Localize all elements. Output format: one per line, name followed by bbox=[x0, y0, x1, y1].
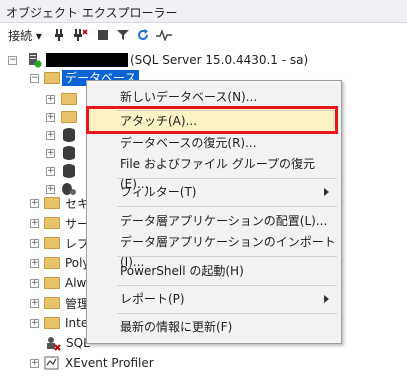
expand-icon[interactable]: + bbox=[30, 358, 39, 368]
menu-separator bbox=[117, 256, 337, 257]
context-menu: 新しいデータベース(N)... アタッチ(A)... データベースの復元(R).… bbox=[86, 80, 342, 344]
database-icon bbox=[63, 146, 75, 160]
refresh-icon[interactable] bbox=[134, 26, 152, 44]
folder-icon bbox=[44, 257, 60, 269]
stop-icon[interactable] bbox=[94, 26, 112, 44]
tree-node-child[interactable]: + bbox=[46, 89, 77, 109]
folder-icon bbox=[44, 217, 60, 229]
menu-item-restore-files[interactable]: File およびファイル グループの復元(E)... bbox=[120, 154, 341, 191]
server-version-label: (SQL Server 15.0.4430.1 - sa) bbox=[130, 53, 309, 67]
disconnect-icon[interactable] bbox=[70, 26, 90, 44]
window-title: オブジェクト エクスプローラー bbox=[6, 6, 178, 20]
tree-item-label: XEvent Profiler bbox=[65, 356, 154, 370]
folder-icon bbox=[44, 237, 60, 249]
sql-agent-icon bbox=[47, 337, 61, 351]
expand-icon[interactable]: + bbox=[30, 318, 39, 328]
tree-node-child[interactable]: + bbox=[46, 161, 75, 181]
filter-icon[interactable] bbox=[114, 26, 132, 44]
tree-node-server[interactable]: − (SQL Server 15.0.4430.1 - sa) bbox=[8, 50, 308, 70]
menu-separator bbox=[117, 178, 337, 179]
folder-icon bbox=[44, 277, 60, 289]
xevent-profiler-icon bbox=[44, 356, 59, 370]
menu-item-filter[interactable]: フィルター(T) bbox=[120, 182, 196, 202]
menu-item-import-dac[interactable]: データ層アプリケーションのインポート(I)... bbox=[120, 232, 341, 269]
menu-item-powershell[interactable]: PowerShell の起動(H) bbox=[120, 261, 244, 281]
menu-item-refresh[interactable]: 最新の情報に更新(F) bbox=[120, 317, 232, 337]
tree-node-sql-agent[interactable]: SQL bbox=[44, 333, 90, 353]
menu-item-restore-database[interactable]: データベースの復元(R)... bbox=[120, 133, 257, 153]
submenu-arrow-icon bbox=[324, 295, 329, 303]
submenu-arrow-icon bbox=[324, 188, 329, 196]
expand-icon[interactable]: + bbox=[30, 238, 39, 248]
redacted-server-name bbox=[46, 53, 128, 67]
folder-icon bbox=[44, 297, 60, 309]
tree-item-label: Alw bbox=[65, 276, 87, 290]
tree-node-xevent-profiler[interactable]: + XEvent Profiler bbox=[30, 353, 154, 373]
expand-icon[interactable]: + bbox=[46, 148, 55, 158]
connect-dropdown[interactable]: 接続 ▾ bbox=[4, 26, 46, 44]
tree-node-replication[interactable]: + レプ bbox=[30, 233, 89, 253]
highlight-annotation-box bbox=[86, 106, 338, 134]
expand-icon[interactable]: + bbox=[30, 198, 39, 208]
connect-icon[interactable] bbox=[50, 26, 68, 44]
expand-icon[interactable]: + bbox=[30, 218, 39, 228]
tree-node-polybase[interactable]: + Poly bbox=[30, 253, 90, 273]
collapse-icon[interactable]: − bbox=[30, 73, 39, 83]
menu-separator bbox=[117, 206, 337, 207]
expand-icon[interactable]: + bbox=[30, 298, 39, 308]
expand-icon[interactable]: + bbox=[46, 130, 55, 140]
menu-item-new-database[interactable]: 新しいデータベース(N)... bbox=[120, 87, 257, 107]
server-icon bbox=[29, 53, 42, 68]
folder-icon bbox=[44, 317, 60, 329]
folder-icon bbox=[44, 72, 60, 84]
menu-item-reports[interactable]: レポート(P) bbox=[120, 289, 185, 309]
tree-item-label: Inte bbox=[65, 316, 89, 330]
tree-node-child[interactable]: + bbox=[46, 143, 75, 163]
expand-icon[interactable]: + bbox=[46, 112, 55, 122]
tree-node-server-objects[interactable]: + サー bbox=[30, 213, 89, 233]
database-icon bbox=[63, 164, 75, 178]
collapse-icon[interactable]: − bbox=[8, 55, 17, 65]
tree-node-integration-services[interactable]: + Inte bbox=[30, 313, 88, 333]
toolbar: 接続 ▾ bbox=[0, 23, 407, 47]
title-bar: オブジェクト エクスプローラー bbox=[0, 0, 407, 23]
tree-node-always-on[interactable]: + Alw bbox=[30, 273, 86, 293]
menu-separator bbox=[117, 285, 337, 286]
expand-icon[interactable]: + bbox=[30, 258, 39, 268]
menu-separator bbox=[117, 313, 337, 314]
folder-icon bbox=[61, 93, 77, 105]
tree-node-child[interactable]: + bbox=[46, 125, 75, 145]
folder-icon bbox=[44, 197, 60, 209]
expand-icon[interactable]: + bbox=[30, 278, 39, 288]
database-icon bbox=[63, 128, 75, 142]
tree-node-management[interactable]: + 管理 bbox=[30, 293, 89, 313]
menu-item-deploy-dac[interactable]: データ層アプリケーションの配置(L)... bbox=[120, 211, 327, 231]
expand-icon[interactable]: + bbox=[46, 166, 55, 176]
expand-icon[interactable]: + bbox=[46, 94, 55, 104]
activity-monitor-icon[interactable] bbox=[154, 26, 174, 44]
tree-node-child[interactable]: + bbox=[46, 107, 77, 127]
tree-node-security[interactable]: + セキ bbox=[30, 193, 89, 213]
folder-icon bbox=[61, 111, 77, 123]
